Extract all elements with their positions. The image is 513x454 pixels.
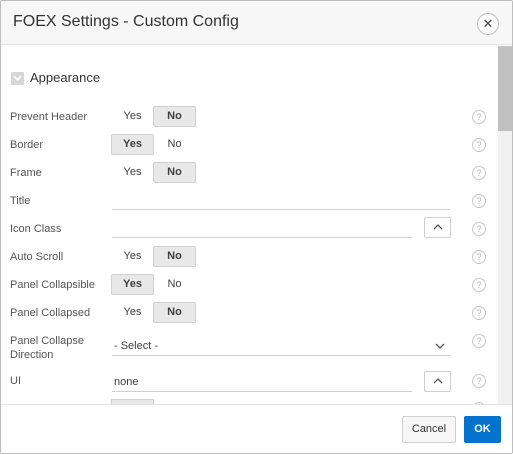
ui-input[interactable]: none (112, 372, 412, 392)
panel-collapse-direction-value: - Select - (114, 340, 159, 352)
prevent-header-label: Prevent Header (10, 111, 88, 123)
dialog-footer: Cancel OK (1, 404, 512, 453)
icon-class-input[interactable] (112, 218, 412, 238)
help-icon[interactable]: ? (472, 166, 486, 180)
title-input[interactable] (112, 190, 450, 210)
frame-yes-option[interactable]: Yes (111, 162, 154, 183)
help-icon[interactable]: ? (472, 250, 486, 264)
help-icon[interactable]: ? (472, 194, 486, 208)
title-label: Title (10, 195, 31, 207)
help-icon[interactable]: ? (472, 334, 486, 348)
scrollbar-thumb[interactable] (498, 46, 512, 131)
prevent-header-yes-option[interactable]: Yes (111, 106, 154, 127)
icon-class-label: Icon Class (10, 223, 62, 235)
panel-collapse-direction-label-line1: Panel Collapse (10, 335, 84, 347)
panel-collapsed-no-option[interactable]: No (153, 302, 196, 323)
border-yes-option[interactable]: Yes (111, 134, 154, 155)
ok-button[interactable]: OK (464, 416, 501, 443)
cancel-button[interactable]: Cancel (402, 416, 456, 443)
chevron-up-icon (433, 378, 443, 384)
dialog-body[interactable]: Appearance Prevent Header Yes No ? Borde… (1, 46, 498, 404)
help-icon[interactable]: ? (472, 110, 486, 124)
panel-collapse-direction-select[interactable]: - Select - (112, 336, 450, 356)
close-icon: ✕ (482, 16, 494, 31)
frame-no-option[interactable]: No (153, 162, 196, 183)
help-icon[interactable]: ? (472, 306, 486, 320)
panel-collapse-direction-label: Panel Collapse Direction (10, 334, 84, 362)
help-icon[interactable]: ? (472, 374, 486, 388)
panel-collapsible-yes-option[interactable]: Yes (111, 274, 154, 295)
chevron-down-icon (13, 75, 22, 81)
border-no-option[interactable]: No (153, 134, 196, 155)
prevent-header-no-option[interactable]: No (153, 106, 196, 127)
ui-label: UI (10, 375, 21, 387)
section-toggle-button[interactable] (11, 72, 24, 85)
dialog-titlebar: FOEX Settings - Custom Config ✕ (1, 1, 512, 45)
panel-collapsed-label: Panel Collapsed (10, 307, 91, 319)
panel-collapse-direction-label-line2: Direction (10, 349, 54, 361)
chevron-down-icon (435, 343, 445, 349)
ui-picker-button[interactable] (424, 371, 451, 392)
help-icon[interactable]: ? (472, 278, 486, 292)
panel-collapsible-no-option[interactable]: No (153, 274, 196, 295)
icon-class-picker-button[interactable] (424, 217, 451, 238)
help-icon[interactable]: ? (472, 138, 486, 152)
settings-dialog: FOEX Settings - Custom Config ✕ Appearan… (0, 0, 513, 454)
section-title: Appearance (30, 70, 101, 85)
chevron-up-icon (433, 224, 443, 230)
panel-collapsible-label: Panel Collapsible (10, 279, 95, 291)
panel-collapsed-yes-option[interactable]: Yes (111, 302, 154, 323)
auto-scroll-label: Auto Scroll (10, 251, 64, 263)
frame-label: Frame (10, 167, 42, 179)
border-label: Border (10, 139, 44, 151)
close-button[interactable]: ✕ (477, 13, 499, 35)
help-icon[interactable]: ? (472, 222, 486, 236)
auto-scroll-yes-option[interactable]: Yes (111, 246, 154, 267)
dialog-title: FOEX Settings - Custom Config (13, 13, 239, 30)
auto-scroll-no-option[interactable]: No (153, 246, 196, 267)
